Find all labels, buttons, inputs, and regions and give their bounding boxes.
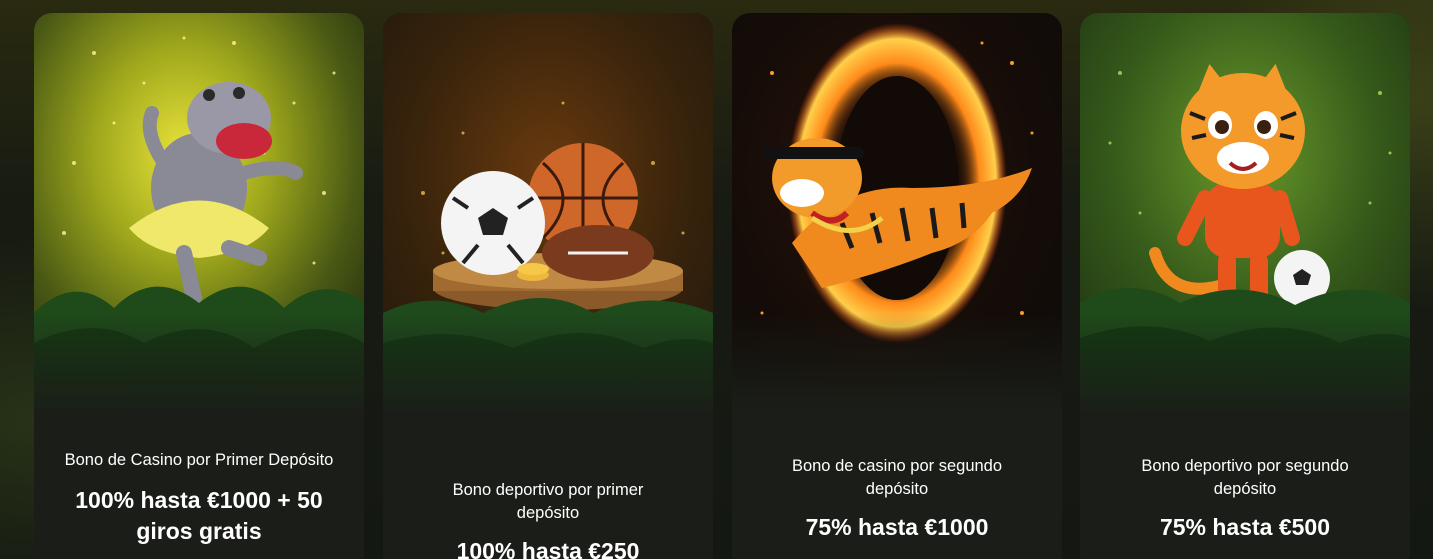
promo-card-casino-second-deposit[interactable]: Bono de casino por segundo depósito 75% …	[732, 13, 1062, 559]
bonus-amount: 100% hasta €250	[456, 538, 640, 559]
bonus-title: Bono deportivo por primer depósito	[452, 481, 644, 522]
promo-card-sports-second-deposit[interactable]: Bono deportivo por segundo depósito 75% …	[1080, 13, 1410, 559]
promo-text: Bono de Casino por Primer Depósito 100% …	[34, 449, 364, 547]
sports-balls-icon	[383, 13, 713, 413]
bonus-amount: 75% hasta €1000	[805, 514, 989, 540]
bonus-title: Bono deportivo por segundo depósito	[1141, 457, 1349, 498]
promo-card-casino-first-deposit[interactable]: Bono de Casino por Primer Depósito 100% …	[34, 13, 364, 559]
bonus-title: Bono de Casino por Primer Depósito	[64, 451, 334, 469]
promo-card-sports-first-deposit[interactable]: Bono deportivo por primer depósito 100% …	[383, 13, 713, 559]
tiger-footballer-icon	[1080, 13, 1410, 413]
bonus-amount: 75% hasta €500	[1159, 514, 1331, 540]
tiger-fire-ring-icon	[732, 13, 1062, 413]
promo-text: Bono deportivo por segundo depósito 75% …	[1080, 455, 1410, 543]
hippo-dancing-icon	[34, 13, 364, 413]
bonus-amount: 100% hasta €1000 + 50 giros gratis	[75, 487, 323, 544]
bonus-title: Bono de casino por segundo depósito	[791, 457, 1003, 498]
promo-text: Bono de casino por segundo depósito 75% …	[732, 455, 1062, 543]
promotions-page: Bono de Casino por Primer Depósito 100% …	[0, 0, 1433, 559]
promo-text: Bono deportivo por primer depósito 100% …	[383, 479, 713, 559]
